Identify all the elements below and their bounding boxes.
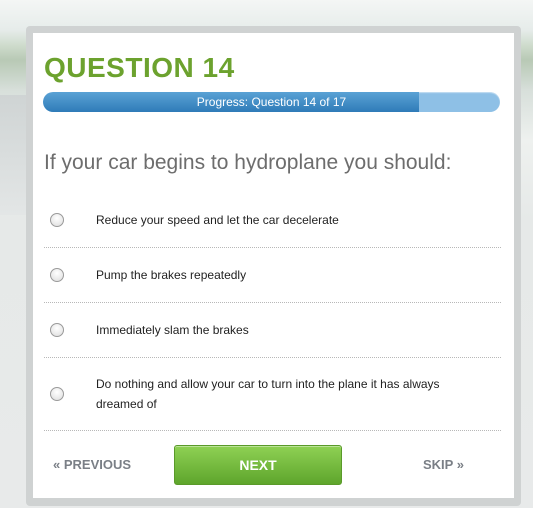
skip-button[interactable]: SKIP » — [423, 457, 464, 472]
answer-option-label[interactable]: Pump the brakes repeatedly — [96, 265, 246, 285]
answer-option[interactable]: Immediately slam the brakes — [44, 303, 501, 358]
radio-button[interactable] — [50, 387, 64, 401]
question-title: QUESTION 14 — [44, 52, 235, 83]
radio-button[interactable] — [50, 268, 64, 282]
answer-option-label[interactable]: Immediately slam the brakes — [96, 320, 249, 340]
progress-text: Progress: Question 14 of 17 — [196, 95, 347, 109]
answer-option[interactable]: Reduce your speed and let the car decele… — [44, 193, 501, 248]
radio-button[interactable] — [50, 213, 64, 227]
next-button[interactable]: NEXT — [174, 445, 342, 485]
previous-button[interactable]: « PREVIOUS — [53, 457, 131, 472]
answer-option-label[interactable]: Reduce your speed and let the car decele… — [96, 210, 339, 230]
answer-option[interactable]: Pump the brakes repeatedly — [44, 248, 501, 303]
answer-options: Reduce your speed and let the car decele… — [44, 193, 501, 431]
answer-option-label[interactable]: Do nothing and allow your car to turn in… — [96, 374, 466, 414]
quiz-card: QUESTION 14 Progress: Question 14 of 17 … — [33, 33, 514, 498]
question-prompt: If your car begins to hydroplane you sho… — [44, 151, 452, 174]
radio-button[interactable] — [50, 323, 64, 337]
progress-bar: Progress: Question 14 of 17 — [43, 92, 500, 112]
quiz-navigation: « PREVIOUS NEXT SKIP » — [33, 445, 514, 485]
answer-option[interactable]: Do nothing and allow your car to turn in… — [44, 358, 501, 431]
